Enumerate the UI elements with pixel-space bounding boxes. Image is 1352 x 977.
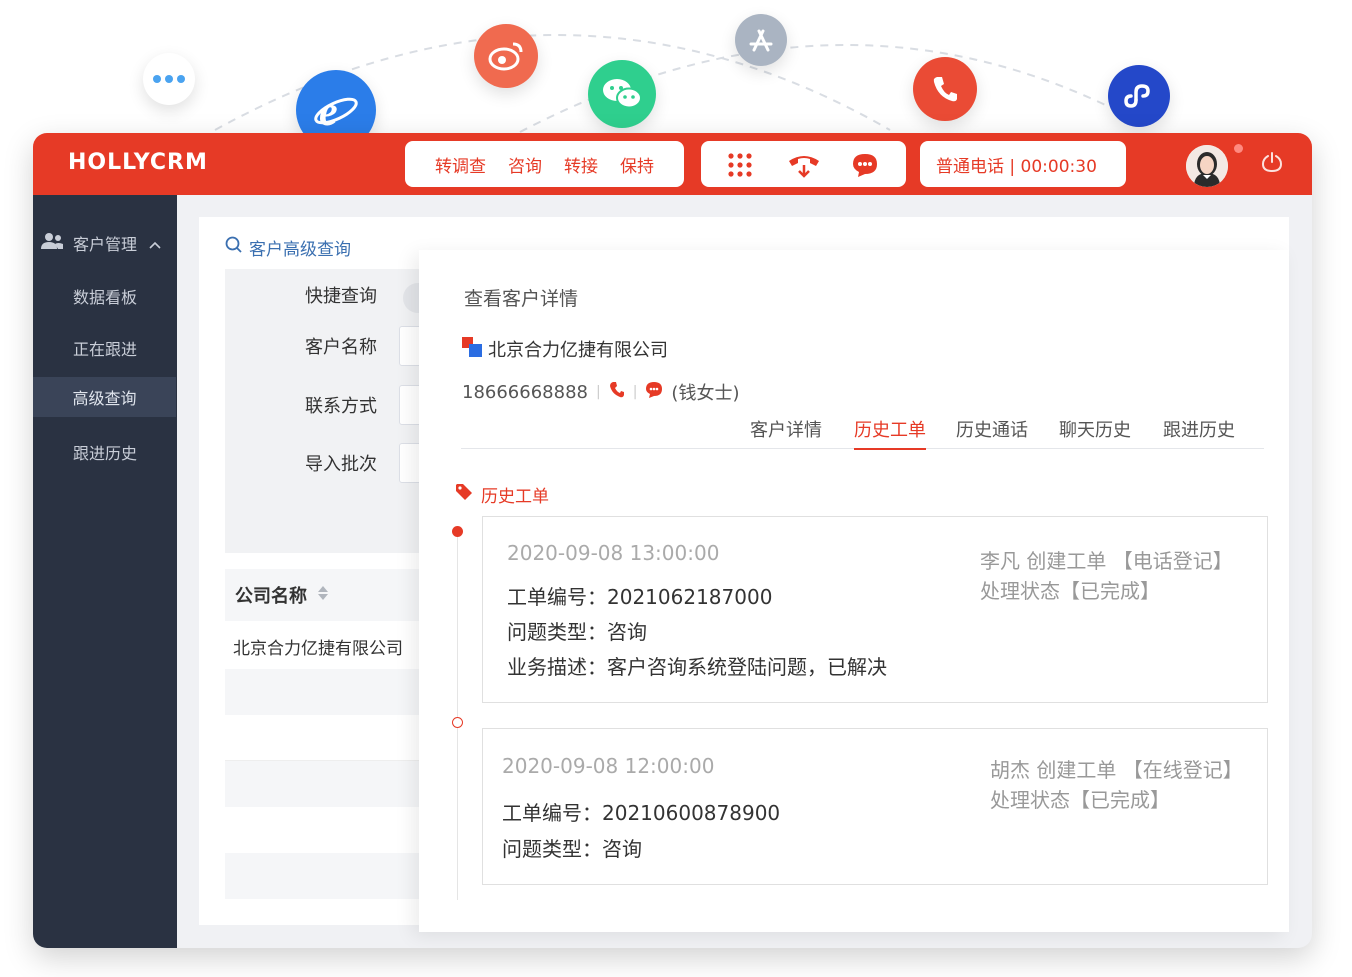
contact-name: (钱女士) xyxy=(671,383,740,404)
timeline-line xyxy=(457,530,458,900)
hang-up-icon[interactable] xyxy=(787,153,821,183)
advanced-search-title-text: 客户高级查询 xyxy=(249,240,351,260)
contact-row: 18666668888 | | (钱女士) xyxy=(462,379,739,405)
tab-customer-detail[interactable]: 客户详情 xyxy=(750,416,822,442)
weibo-icon[interactable] xyxy=(474,24,538,88)
table-row-empty xyxy=(225,853,435,899)
results-table: 公司名称 北京合力亿捷有限公司 xyxy=(225,569,435,905)
power-icon[interactable] xyxy=(1261,151,1283,177)
sidebar-item-label: 正在跟进 xyxy=(72,340,137,359)
app-store-icon[interactable] xyxy=(735,14,787,66)
call-actions-group: 转调查 咨询 转接 保持 xyxy=(405,141,684,187)
phone-icon[interactable] xyxy=(913,57,977,121)
call-type: 普通电话 xyxy=(936,156,1004,177)
sidebar-group-label: 客户管理 xyxy=(73,235,138,254)
avatar[interactable] xyxy=(1186,145,1228,187)
detail-tabs: 客户详情 历史工单 历史通话 聊天历史 跟进历史 xyxy=(461,410,1264,450)
import-batch-label: 导入批次 xyxy=(305,454,377,475)
sidebar-item-following[interactable]: 正在跟进 xyxy=(33,328,177,368)
ticket-creator: 李凡 创建工单 【电话登记】 xyxy=(980,549,1233,573)
sidebar-group-customer[interactable]: 客户管理 xyxy=(41,231,177,255)
sidebar-item-label: 跟进历史 xyxy=(72,444,137,463)
sidebar-item-follow-history[interactable]: 跟进历史 xyxy=(33,432,177,472)
section-title-text: 历史工单 xyxy=(481,487,549,507)
ticket-creator: 胡杰 创建工单 【在线登记】 xyxy=(990,758,1243,782)
ticket-description: 业务描述：客户咨询系统登陆问题，已解决 xyxy=(507,655,887,679)
brand-logo: HOLLYCRM xyxy=(68,150,208,175)
chat-icon[interactable] xyxy=(645,381,663,404)
tab-call-history[interactable]: 历史通话 xyxy=(956,416,1028,442)
sort-icon[interactable] xyxy=(317,585,329,606)
table-row-empty xyxy=(225,807,435,853)
tag-icon xyxy=(455,483,473,506)
tab-follow-history[interactable]: 跟进历史 xyxy=(1163,416,1235,442)
transfer-button[interactable]: 转接 xyxy=(564,152,598,177)
table-row[interactable]: 北京合力亿捷有限公司 xyxy=(225,623,435,669)
timeline-dot xyxy=(452,717,463,728)
sidebar-item-dashboard[interactable]: 数据看板 xyxy=(33,276,177,316)
top-bar: HOLLYCRM 转调查 咨询 转接 保持 普通电话 | 00:00:30 xyxy=(33,133,1312,195)
call-controls-group xyxy=(701,141,906,187)
customer-detail-panel: 查看客户详情 北京合力亿捷有限公司 18666668888 | | (钱女士) … xyxy=(419,250,1289,932)
company-name: 北京合力亿捷有限公司 xyxy=(488,340,668,361)
call-status: 普通电话 | 00:00:30 xyxy=(920,141,1126,187)
ticket-card[interactable]: 2020-09-08 13:00:00 工单编号：2021062187000 问… xyxy=(482,516,1268,703)
advanced-search-title: 客户高级查询 xyxy=(225,235,351,260)
sidebar-item-advanced-search[interactable]: 高级查询 xyxy=(33,377,176,417)
ticket-status: 处理状态【已完成】 xyxy=(980,579,1160,603)
user-group-icon xyxy=(41,232,65,254)
transfer-survey-button[interactable]: 转调查 xyxy=(435,152,486,177)
divider: | xyxy=(632,384,638,400)
mini-program-link-icon[interactable] xyxy=(1108,65,1170,127)
phone-number: 18666668888 xyxy=(462,381,588,403)
dialpad-icon[interactable] xyxy=(727,152,753,182)
ticket-time: 2020-09-08 13:00:00 xyxy=(507,541,720,565)
company-row: 北京合力亿捷有限公司 xyxy=(462,336,668,362)
sidebar-item-label: 高级查询 xyxy=(72,389,137,408)
sidebar-item-label: 数据看板 xyxy=(72,288,137,307)
tab-history-tickets[interactable]: 历史工单 xyxy=(854,416,926,450)
ticket-number: 工单编号：2021062187000 xyxy=(507,585,773,609)
quick-search-label: 快捷查询 xyxy=(305,286,377,307)
detail-title: 查看客户详情 xyxy=(464,288,579,310)
consult-button[interactable]: 咨询 xyxy=(508,152,542,177)
ticket-issue-type: 问题类型：咨询 xyxy=(502,837,642,861)
ticket-card[interactable]: 2020-09-08 12:00:00 工单编号：20210600878900 … xyxy=(482,728,1268,885)
contact-label: 联系方式 xyxy=(305,396,377,417)
wechat-icon[interactable] xyxy=(588,60,656,128)
chevron-up-icon xyxy=(149,234,161,253)
hold-button[interactable]: 保持 xyxy=(620,152,654,177)
table-row-empty xyxy=(225,715,435,761)
table-row-empty xyxy=(225,761,435,807)
company-logo-icon xyxy=(462,336,482,362)
ticket-status: 处理状态【已完成】 xyxy=(990,788,1170,812)
table-cell: 北京合力亿捷有限公司 xyxy=(233,638,403,659)
divider: | xyxy=(595,384,601,400)
table-row-empty xyxy=(225,669,435,715)
section-title: 历史工单 xyxy=(455,482,549,507)
notification-dot xyxy=(1234,144,1243,153)
call-phone-icon[interactable] xyxy=(609,381,625,404)
chat-bubble-icon[interactable] xyxy=(851,152,879,182)
timeline-dot xyxy=(452,526,463,537)
more-icon[interactable] xyxy=(143,53,195,105)
ticket-number: 工单编号：20210600878900 xyxy=(502,801,781,825)
tab-chat-history[interactable]: 聊天历史 xyxy=(1059,416,1131,442)
separator: | xyxy=(1009,156,1021,177)
sidebar: 客户管理 数据看板 正在跟进 高级查询 跟进历史 xyxy=(33,195,177,948)
filter-form: 快捷查询 客户名称 联系方式 导入批次 xyxy=(225,269,461,553)
call-timer: 00:00:30 xyxy=(1020,156,1097,177)
customer-name-label: 客户名称 xyxy=(305,337,377,358)
table-header[interactable]: 公司名称 xyxy=(225,569,435,621)
search-icon xyxy=(225,236,243,259)
ticket-issue-type: 问题类型：咨询 xyxy=(507,620,647,644)
column-company-name: 公司名称 xyxy=(235,586,307,607)
ticket-time: 2020-09-08 12:00:00 xyxy=(502,754,715,778)
crm-window: HOLLYCRM 转调查 咨询 转接 保持 普通电话 | 00:00:30 客户… xyxy=(33,133,1312,948)
